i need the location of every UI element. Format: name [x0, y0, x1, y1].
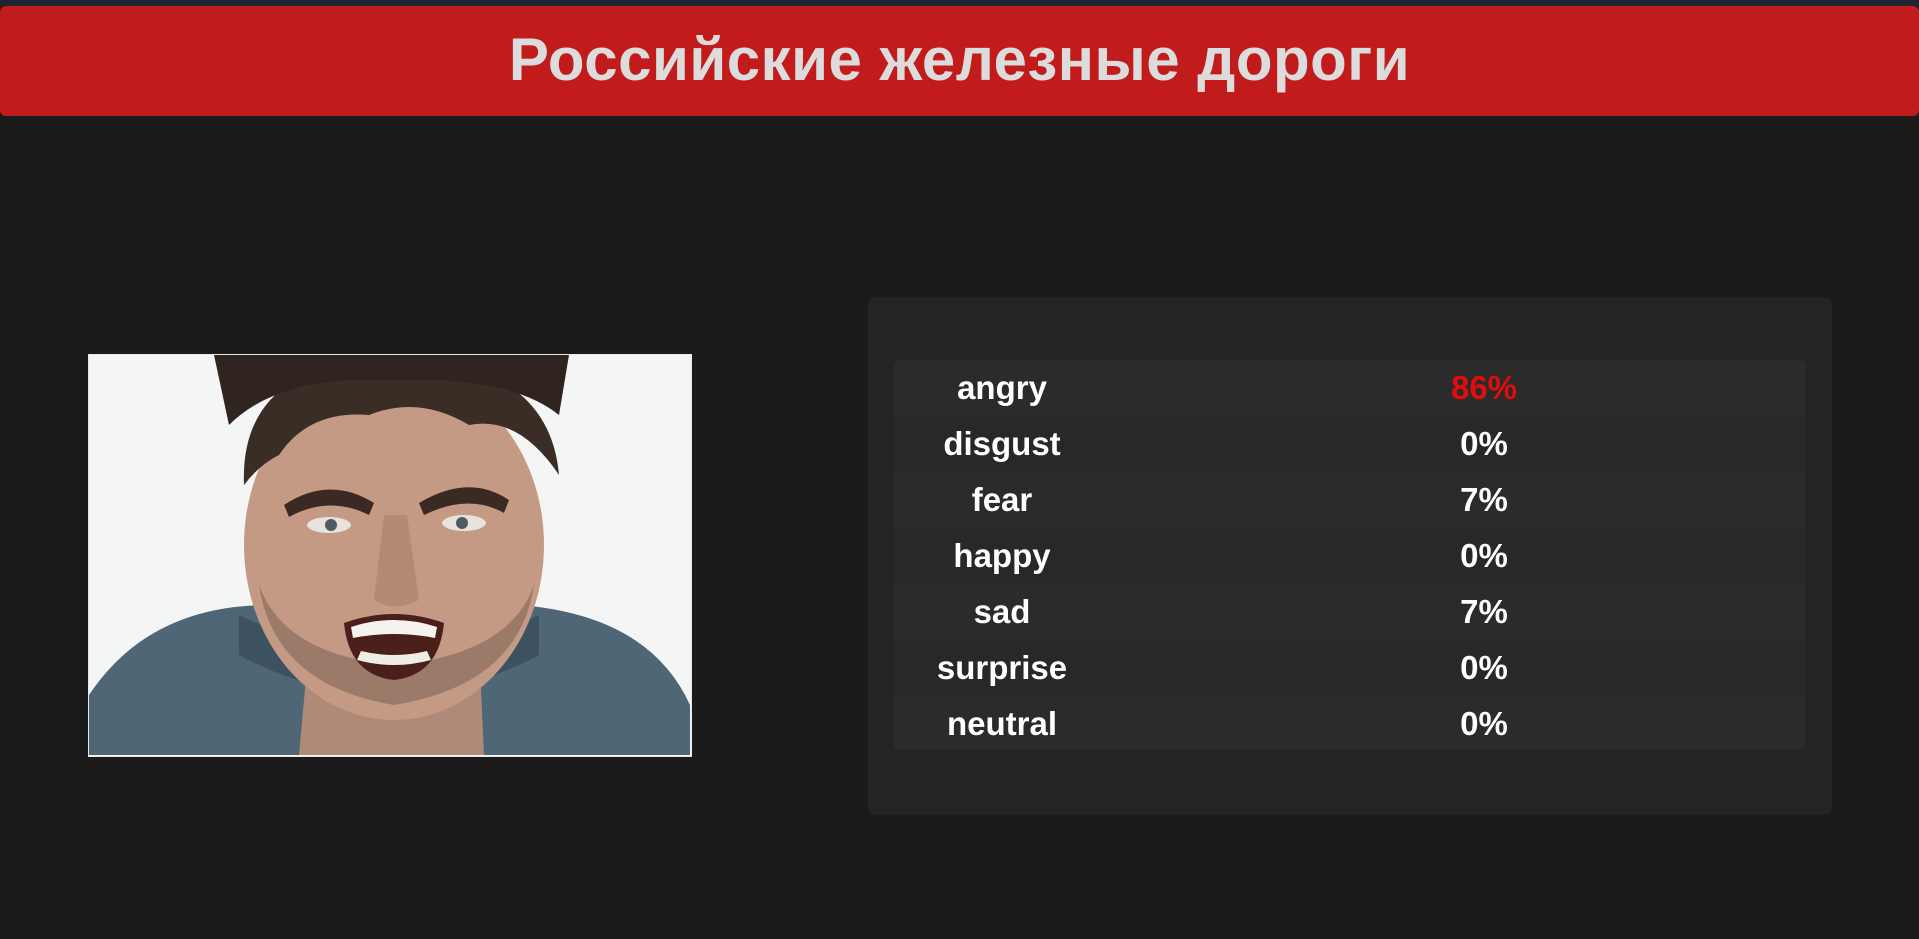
uploaded-face-image	[88, 354, 692, 757]
table-row: fear 7%	[894, 472, 1806, 528]
emotion-label: disgust	[943, 425, 1061, 462]
page-title: Российские железные дороги	[508, 25, 1411, 93]
emotion-value: 0%	[1460, 537, 1508, 574]
emotion-label: happy	[953, 537, 1051, 574]
emotion-results-table: angry 86% disgust 0% fear 7% happy 0% sa…	[894, 360, 1806, 750]
face-photo-illustration	[89, 355, 690, 755]
emotion-results-panel: angry 86% disgust 0% fear 7% happy 0% sa…	[868, 297, 1832, 815]
table-row: sad 7%	[894, 584, 1806, 640]
table-row: surprise 0%	[894, 640, 1806, 696]
page-header: Российские железные дороги	[0, 6, 1919, 116]
emotion-value: 86%	[1450, 369, 1518, 406]
emotion-label: fear	[971, 481, 1033, 518]
emotion-label: neutral	[946, 705, 1058, 742]
emotion-label: sad	[973, 593, 1031, 630]
table-row: angry 86%	[894, 360, 1806, 416]
table-row: neutral 0%	[894, 696, 1806, 750]
emotion-value: 7%	[1460, 481, 1508, 518]
emotion-value: 7%	[1460, 593, 1508, 630]
table-row: happy 0%	[894, 528, 1806, 584]
emotion-value: 0%	[1460, 425, 1508, 462]
emotion-value: 0%	[1460, 649, 1508, 686]
table-row: disgust 0%	[894, 416, 1806, 472]
emotion-label: surprise	[936, 649, 1068, 686]
emotion-label: angry	[957, 369, 1047, 406]
emotion-value: 0%	[1460, 705, 1508, 742]
